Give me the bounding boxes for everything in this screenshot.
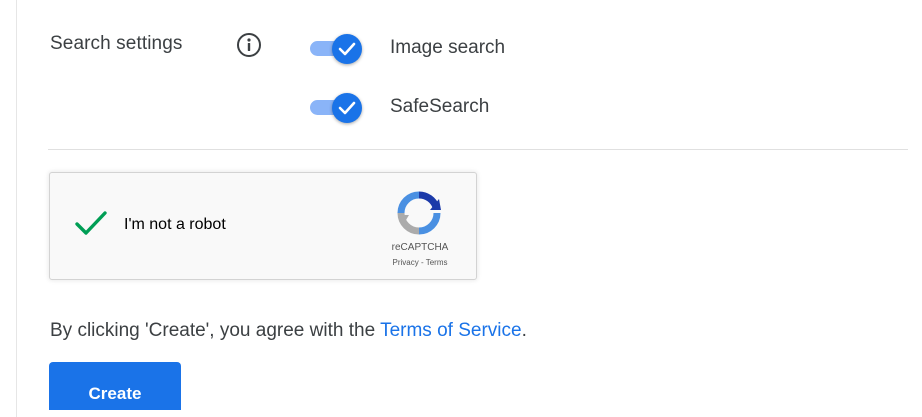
- image-search-label: Image search: [390, 37, 506, 58]
- recaptcha-brand: reCAPTCHA: [391, 242, 449, 253]
- recaptcha-widget: I'm not a robot reCAPTCHA Privacy - Term…: [49, 172, 477, 280]
- agreement-text: By clicking 'Create', you agree with the…: [50, 320, 527, 342]
- recaptcha-links: Privacy - Terms: [374, 258, 466, 267]
- section-divider: [48, 149, 908, 150]
- green-check-icon: [75, 211, 107, 235]
- toggle-knob: [332, 93, 362, 123]
- safesearch-label: SafeSearch: [390, 96, 490, 117]
- recaptcha-label: I'm not a robot: [124, 216, 226, 233]
- toggle-knob: [332, 34, 362, 64]
- safesearch-toggle[interactable]: [310, 93, 364, 123]
- recaptcha-terms-link[interactable]: Terms: [426, 258, 448, 267]
- checkmark-icon: [338, 42, 356, 56]
- create-button[interactable]: Create: [49, 362, 181, 410]
- terms-of-service-link[interactable]: Terms of Service: [380, 320, 521, 341]
- recaptcha-privacy-link[interactable]: Privacy: [393, 258, 419, 267]
- checkmark-icon: [338, 101, 356, 115]
- info-icon[interactable]: [236, 32, 262, 58]
- left-border: [16, 0, 17, 417]
- recaptcha-logo-icon: [395, 189, 443, 237]
- search-settings-label: Search settings: [50, 33, 183, 54]
- recaptcha-link-separator: -: [418, 258, 426, 267]
- image-search-toggle[interactable]: [310, 34, 364, 64]
- agreement-suffix: .: [521, 320, 527, 341]
- search-settings-page: Search settings Image search SafeSearch: [0, 0, 922, 417]
- recaptcha-checkbox[interactable]: [74, 209, 108, 239]
- agreement-prefix: By clicking 'Create', you agree with the: [50, 320, 381, 341]
